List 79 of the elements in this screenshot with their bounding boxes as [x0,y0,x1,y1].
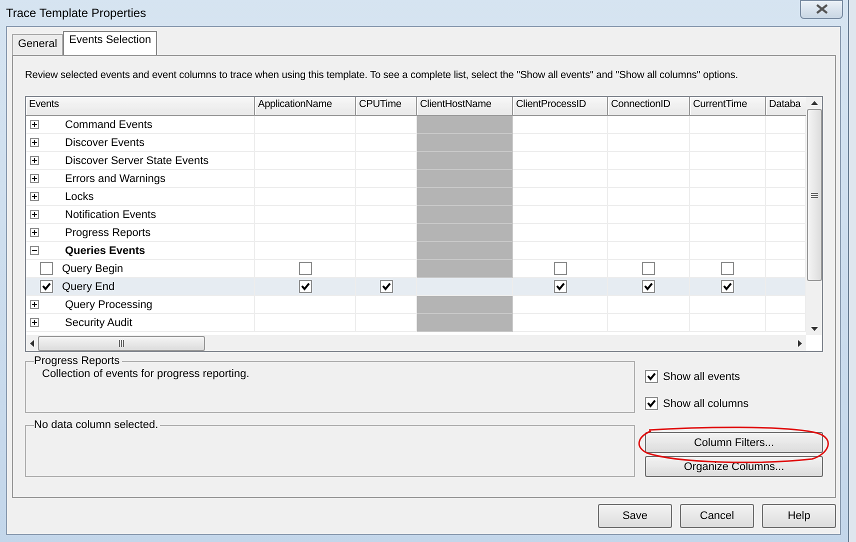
expand-icon[interactable] [30,156,39,165]
checkbox[interactable] [645,397,658,410]
event-category: Locks [65,190,94,202]
column-header[interactable]: ClientHostName [417,97,513,116]
event-category: Progress Reports [65,226,151,238]
column-header[interactable]: ApplicationName [255,97,356,116]
column-button[interactable]: Organize Columns... [645,456,823,477]
close-icon [816,4,828,14]
scroll-up-icon[interactable] [810,101,818,105]
event-category: Command Events [65,118,152,130]
expand-icon[interactable] [30,120,39,129]
event-category: Errors and Warnings [65,172,166,184]
event-category: Notification Events [65,208,156,220]
checkbox[interactable] [298,280,312,293]
column-header[interactable]: CPUTime [356,97,417,116]
option-label[interactable]: Show all events [663,370,740,382]
grip-icon [810,192,818,198]
checkbox[interactable] [40,280,53,293]
table-row[interactable]: Command Events [26,116,806,134]
table-row[interactable]: Notification Events [26,206,806,224]
scroll-down-icon[interactable] [810,327,818,331]
scroll-right-icon[interactable] [798,340,802,346]
expand-icon[interactable] [30,228,39,237]
checkbox[interactable] [642,262,655,275]
group-title: Progress Reports [34,355,122,367]
checkbox[interactable] [721,280,734,293]
table-row[interactable]: Discover Events [26,134,806,152]
grip-icon [119,340,124,346]
expand-icon[interactable] [30,174,39,183]
close-button[interactable] [800,0,843,18]
scroll-left-icon[interactable] [30,340,34,346]
expand-icon[interactable] [30,210,39,219]
column-header[interactable]: Databa [766,97,806,116]
event-category: Queries Events [65,244,146,256]
event-category: Query Processing [65,298,152,310]
expand-icon[interactable] [30,192,39,201]
checkbox[interactable] [380,280,392,293]
expand-icon[interactable] [30,318,39,327]
table-row[interactable]: Query Begin [26,260,806,278]
table-row[interactable]: Security Audit [26,314,806,332]
dialog-button[interactable]: Save [598,504,672,528]
event-category: Discover Events [65,136,144,148]
dialog-button[interactable]: Cancel [680,504,754,528]
vertical-scrollbar[interactable] [806,97,822,335]
window-title: Trace Template Properties [6,6,148,20]
event-description: Collection of events for progress reporting. [42,368,250,380]
column-header[interactable]: ConnectionID [608,97,690,116]
table-row[interactable]: Locks [26,188,806,206]
horizontal-scrollbar[interactable] [26,335,806,351]
event-category: Security Audit [65,316,132,328]
table-row[interactable]: Errors and Warnings [26,170,806,188]
checkbox[interactable] [645,370,658,383]
event-name: Query End [62,280,115,292]
expand-icon[interactable] [30,138,39,147]
column-header[interactable]: Events [26,97,255,116]
checkbox[interactable] [554,262,566,275]
collapse-icon[interactable] [30,246,39,255]
table-row[interactable]: Progress Reports [26,224,806,242]
tab[interactable]: Events Selection [63,31,158,55]
column-header[interactable]: CurrentTime [690,97,766,116]
expand-icon[interactable] [30,300,39,309]
group-title: No data column selected. [34,419,160,431]
dialog-button[interactable]: Help [762,504,836,528]
table-row[interactable]: Discover Server State Events [26,152,806,170]
checkbox[interactable] [554,280,566,293]
checkbox[interactable] [298,262,312,275]
tab[interactable]: General [12,34,64,55]
table-row[interactable]: Query Processing [26,296,806,314]
table-row[interactable]: Query End [26,278,806,296]
event-category: Discover Server State Events [65,154,209,166]
checkbox[interactable] [721,262,734,275]
checkbox[interactable] [642,280,655,293]
column-button[interactable]: Column Filters... [645,432,823,453]
table-row[interactable]: Queries Events [26,242,806,260]
checkbox[interactable] [40,262,53,275]
description-text: Review selected events and event columns to trace when using this template. To see a complete list, select the "Show all events" and "Show all columns" options. [25,70,739,83]
column-header[interactable]: ClientProcessID [513,97,608,116]
event-name: Query Begin [62,262,124,274]
option-label[interactable]: Show all columns [663,398,749,410]
